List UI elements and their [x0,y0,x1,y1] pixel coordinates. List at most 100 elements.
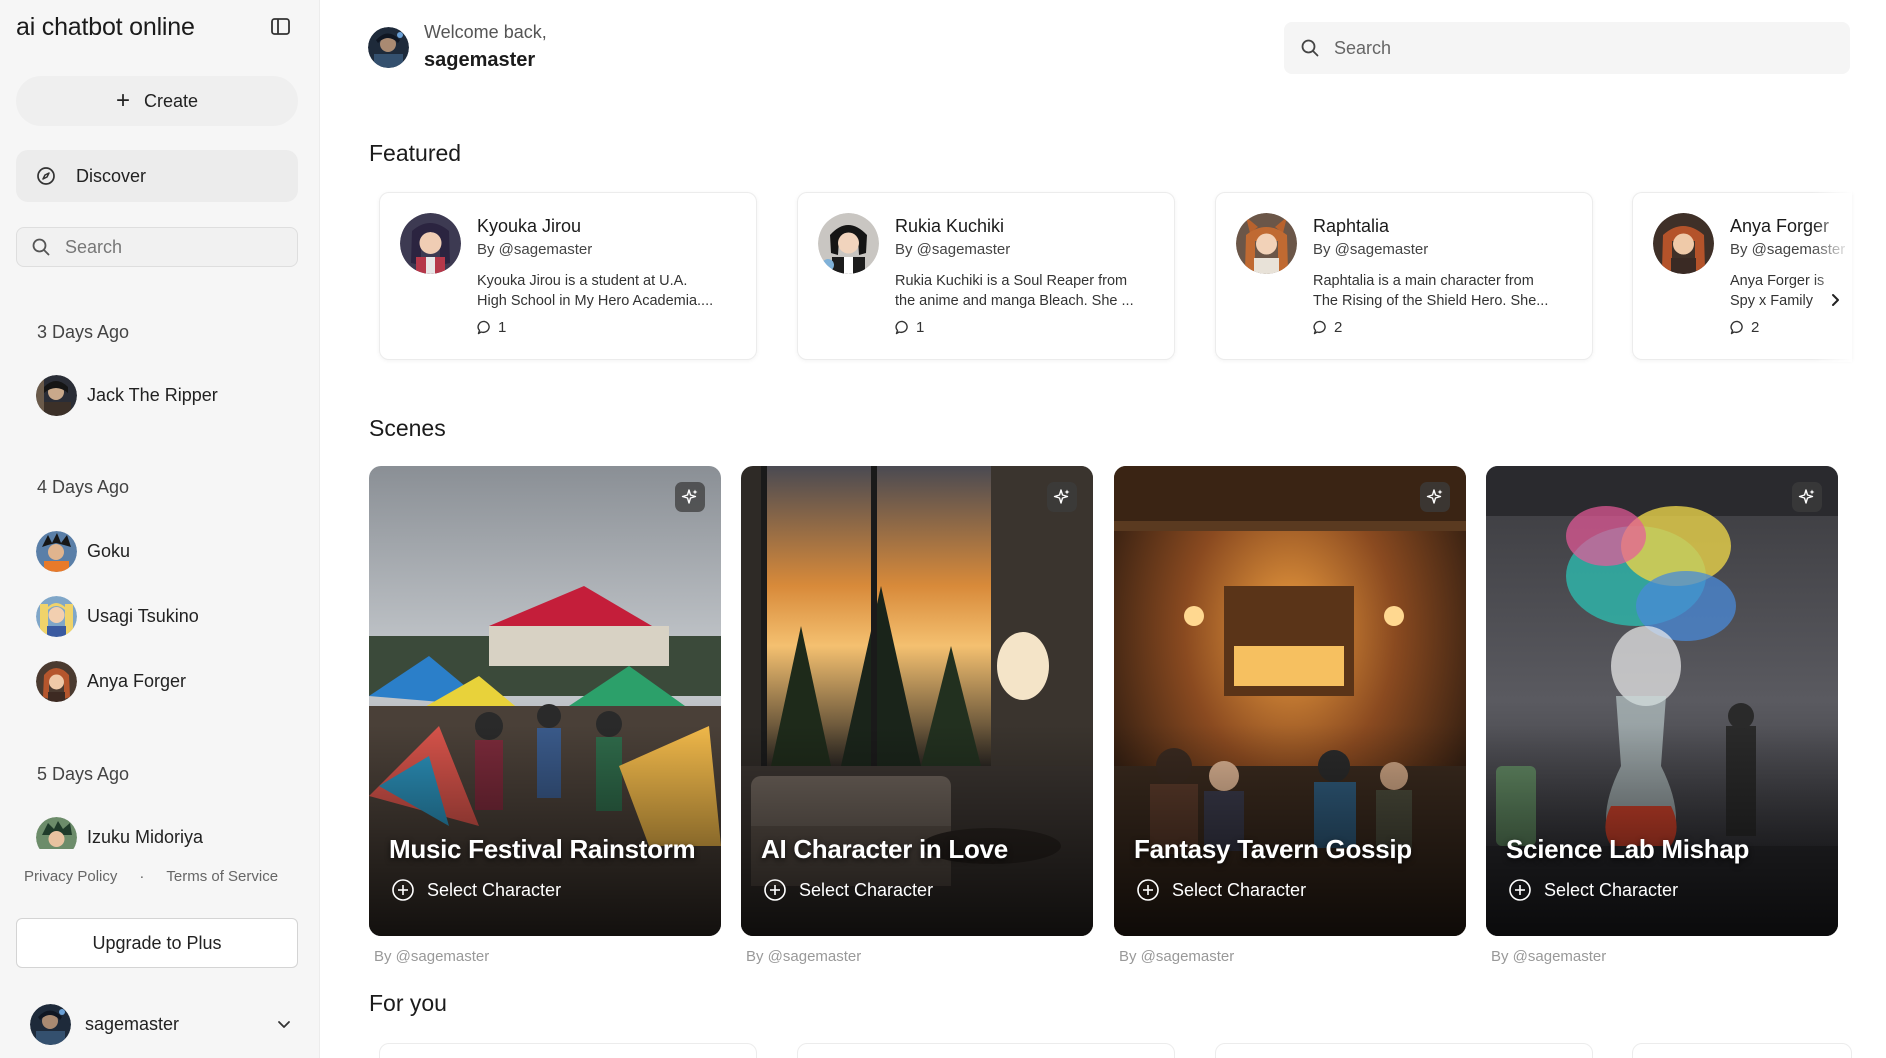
upgrade-button[interactable]: Upgrade to Plus [16,918,298,968]
chat-item-label: Usagi Tsukino [87,606,199,626]
discover-label: Discover [76,165,147,186]
chat-item-label: Jack The Ripper [87,385,218,405]
avatar [400,213,461,274]
for-you-card[interactable] [1632,1043,1852,1058]
chat-count-value: 1 [498,319,507,336]
featured-card-author: By @sagemaster [895,241,1011,258]
sparkle-icon [1053,489,1070,504]
chat-item-goku[interactable]: Goku [36,531,130,572]
chat-item-label: Goku [87,541,131,561]
featured-card-chat-count: 1 [477,319,506,336]
scene-badge [1047,482,1077,512]
scene-card[interactable]: Fantasy Tavern Gossip Select Character [1114,466,1466,936]
discover-button[interactable]: Discover [16,150,298,202]
plus-circle-icon [1509,879,1531,901]
featured-card-author: By @sagemaster [477,241,593,258]
chat-count-value: 2 [1334,319,1343,336]
plus-circle-icon [764,879,786,901]
top-search [1284,22,1850,74]
chevron-right-icon [1832,294,1839,306]
select-character-button[interactable]: Select Character [1508,878,1678,902]
for-you-card[interactable] [1215,1043,1593,1058]
for-you-section-title: For you [369,990,447,1016]
scene-title: Science Lab Mishap [1506,834,1750,864]
for-you-card[interactable] [797,1043,1175,1058]
create-label: Create [143,90,199,111]
welcome-text: Welcome back, [424,22,547,42]
featured-card-author: By @sagemaster [1313,241,1429,258]
comment-icon [1313,320,1326,335]
chat-item-jack-the-ripper[interactable]: Jack The Ripper [36,375,218,416]
for-you-card[interactable] [379,1043,757,1058]
scene-badge [675,482,705,512]
scene-title: Fantasy Tavern Gossip [1134,834,1412,864]
scene-image [369,466,721,936]
featured-section-title: Featured [369,140,462,166]
privacy-policy-link[interactable]: Privacy Policy [24,868,117,885]
sidebar-toggle-button[interactable] [270,17,292,37]
terms-of-service-link[interactable]: Terms of Service [166,868,278,885]
history-group-label: 3 Days Ago [37,322,130,342]
chat-item-label: Anya Forger [87,671,187,691]
scene-card[interactable]: AI Character in Love Select Character [741,466,1093,936]
scene-author: By @sagemaster [1491,948,1607,965]
select-character-label: Select Character [1172,879,1307,900]
carousel-fade [1812,190,1852,362]
avatar [36,596,77,637]
featured-card-chat-count: 2 [1730,319,1759,336]
search-icon [32,238,50,256]
scene-card[interactable]: Music Festival Rainstorm Select Characte… [369,466,721,936]
carousel-next-button[interactable] [1822,285,1848,315]
create-button[interactable]: + Create [16,76,298,126]
chat-item-anya-forger[interactable]: Anya Forger [36,661,186,702]
featured-card-name: Kyouka Jirou [477,216,582,236]
select-character-button[interactable]: Select Character [763,878,933,902]
featured-card-description-line: Rukia Kuchiki is a Soul Reaper from [895,273,1128,289]
featured-card-description-line: Kyouka Jirou is a student at U.A. [477,273,688,289]
chat-item-label: Izuku Midoriya [87,827,204,847]
plus-circle-icon [1137,879,1159,901]
comment-icon [477,320,490,335]
select-character-button[interactable]: Select Character [391,878,561,902]
account-username: sagemaster [85,1013,180,1034]
featured-card-description: Raphtalia is a main character from The R… [1313,271,1577,311]
scene-card[interactable]: Science Lab Mishap Select Character [1486,466,1838,936]
sparkle-icon [681,489,698,504]
avatar [36,531,77,572]
scene-title: Music Festival Rainstorm [389,834,696,864]
scene-image [1486,466,1838,936]
avatar [36,817,77,849]
scene-badge [1420,482,1450,512]
avatar [36,375,77,416]
featured-card[interactable]: Rukia Kuchiki By @sagemaster Rukia Kuchi… [797,192,1175,360]
chat-item-izuku-midoriya[interactable]: Izuku Midoriya [36,817,203,849]
plus-circle-icon [392,879,414,901]
account-menu[interactable]: sagemaster [30,1003,292,1045]
sidebar-search-input[interactable] [65,236,265,258]
chat-count-value: 1 [916,319,925,336]
select-character-label: Select Character [799,879,934,900]
top-search-input[interactable] [1334,37,1814,59]
avatar [1236,213,1297,274]
welcome-username: sagemaster [424,49,536,71]
scene-image [1114,466,1466,936]
scenes-section-title: Scenes [369,415,446,441]
comment-icon [895,320,908,335]
chat-count-value: 2 [1751,319,1760,336]
featured-card-description-line: The Rising of the Shield Hero. She... [1313,293,1549,309]
featured-card-name: Raphtalia [1313,216,1390,236]
sidebar: ai chatbot online + Create Discover 3 Da… [0,0,320,1058]
compass-icon [37,167,55,185]
featured-card[interactable]: Kyouka Jirou By @sagemaster Kyouka Jirou… [379,192,757,360]
chat-item-usagi-tsukino[interactable]: Usagi Tsukino [36,596,199,637]
sidebar-search [16,227,298,267]
featured-card-chat-count: 1 [895,319,924,336]
avatar [36,661,77,702]
scene-author: By @sagemaster [1119,948,1235,965]
select-character-button[interactable]: Select Character [1136,878,1306,902]
chevron-down-icon [278,1021,290,1028]
featured-card[interactable]: Raphtalia By @sagemaster Raphtalia is a … [1215,192,1593,360]
avatar [30,1003,71,1045]
select-character-label: Select Character [1544,879,1679,900]
avatar [1653,213,1714,274]
